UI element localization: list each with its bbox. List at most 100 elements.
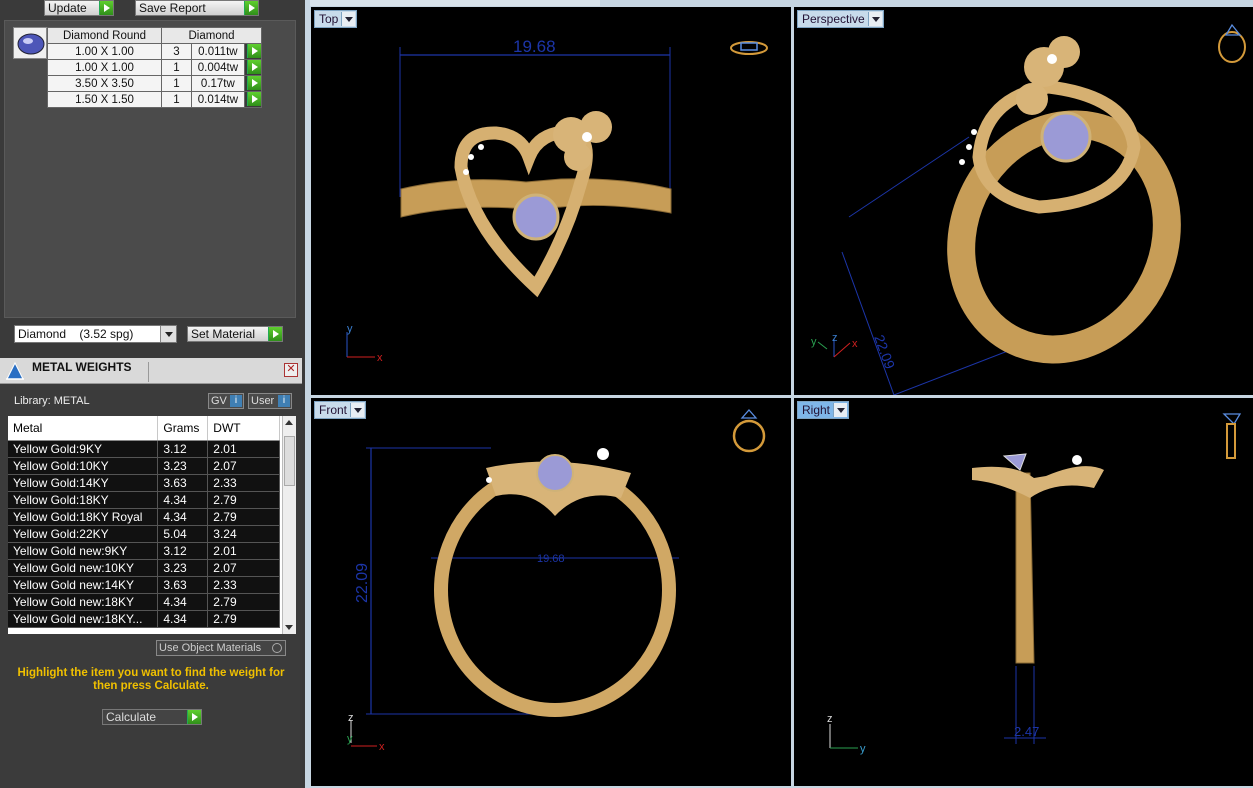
chevron-down-icon — [160, 326, 176, 342]
metal-row[interactable]: Yellow Gold:22KY 5.04 3.24 — [8, 525, 280, 543]
metal-dwt: 2.07 — [207, 559, 280, 577]
play-icon — [247, 76, 261, 90]
metal-dwt: 2.79 — [207, 610, 280, 628]
diamond-table: Diamond Round Diamond 1.00 X 1.00 3 0.01… — [47, 27, 263, 108]
viewport-perspective-name: Perspective — [802, 12, 865, 26]
play-icon — [247, 60, 261, 74]
metal-row[interactable]: Yellow Gold new:14KY 3.63 2.33 — [8, 576, 280, 594]
metal-row[interactable]: Yellow Gold new:18KY 4.34 2.79 — [8, 593, 280, 611]
viewport-top-name: Top — [319, 12, 339, 26]
close-icon[interactable]: ✕ — [284, 363, 298, 377]
update-button-label: Update — [48, 1, 87, 15]
diamond-row[interactable]: 1.00 X 1.00 3 0.011tw — [47, 43, 263, 60]
calculate-button[interactable]: Calculate — [102, 709, 202, 725]
radio-icon — [272, 643, 282, 653]
diamond-row[interactable]: 3.50 X 3.50 1 0.17tw — [47, 75, 263, 92]
metal-row[interactable]: Yellow Gold new:18KY... 4.34 2.79 — [8, 610, 280, 628]
scrollbar-thumb[interactable] — [284, 436, 295, 486]
chevron-down-icon[interactable] — [350, 403, 365, 417]
metal-dwt: 2.33 — [207, 576, 280, 594]
metal-row[interactable]: Yellow Gold:10KY 3.23 2.07 — [8, 457, 280, 475]
perspective-dimension-label: 22.09 — [871, 333, 898, 372]
metal-column-header[interactable]: Metal — [8, 416, 159, 441]
diamond-select-button[interactable] — [243, 43, 263, 60]
metal-table-scrollbar[interactable] — [282, 416, 296, 634]
use-object-materials-label: Use Object Materials — [159, 642, 262, 654]
metal-row[interactable]: Yellow Gold new:10KY 3.23 2.07 — [8, 559, 280, 577]
axis-y-label: y — [811, 336, 817, 348]
metal-name: Yellow Gold:18KY — [8, 491, 159, 509]
metal-name: Yellow Gold:22KY — [8, 525, 159, 543]
viewport-front[interactable]: 22.09 19.68 z y x Front — [311, 398, 791, 786]
calculate-label: Calculate — [106, 710, 157, 724]
metal-name: Yellow Gold new:18KY... — [8, 610, 159, 628]
viewport-right-label[interactable]: Right — [797, 401, 850, 419]
viewport-perspective[interactable]: 22.09 y z x Perspective — [794, 7, 1253, 395]
diamond-size: 1.00 X 1.00 — [47, 43, 162, 60]
diamond-select-button[interactable] — [243, 59, 263, 76]
diamond-row[interactable]: 1.00 X 1.00 1 0.004tw — [47, 59, 263, 76]
diamond-row[interactable]: 1.50 X 1.50 1 0.014tw — [47, 91, 263, 108]
ring-side-preview-icon — [1222, 413, 1242, 459]
update-button[interactable]: Update — [44, 0, 114, 16]
save-report-label: Save Report — [139, 1, 206, 15]
metal-dwt: 2.01 — [207, 440, 280, 458]
viewport-right[interactable]: 2.47 z y Right — [794, 398, 1253, 786]
set-material-button[interactable]: Set Material — [187, 326, 283, 342]
diamond-weight: 0.014tw — [190, 91, 245, 108]
viewport-top[interactable]: 19.68 y x Top — [311, 7, 791, 395]
metal-table[interactable]: Metal Grams DWT Yellow Gold:9KY 3.12 2.01 Y… — [8, 416, 296, 634]
metal-dwt: 2.79 — [207, 508, 280, 526]
scroll-down-icon[interactable] — [285, 625, 293, 630]
ring-preview-icon — [730, 41, 768, 55]
metal-row[interactable]: Yellow Gold:18KY Royal 4.34 2.79 — [8, 508, 280, 526]
metal-row[interactable]: Yellow Gold:18KY 4.34 2.79 — [8, 491, 280, 509]
metal-row[interactable]: Yellow Gold new:9KY 3.12 2.01 — [8, 542, 280, 560]
play-icon — [247, 44, 261, 58]
viewport-front-label[interactable]: Front — [314, 401, 367, 419]
perspective-view-render: 22.09 y z x — [811, 23, 1246, 395]
axis-z-label: z — [827, 713, 833, 725]
save-report-button[interactable]: Save Report — [135, 0, 259, 16]
left-panel: Update Save Report Diamond Round Diamond… — [0, 0, 305, 788]
material-select-value: Diamond (3.52 spg) — [18, 327, 134, 341]
scale-icon — [4, 360, 26, 382]
tab-divider — [148, 362, 149, 382]
viewport-top-label[interactable]: Top — [314, 10, 358, 28]
use-object-materials-toggle[interactable]: Use Object Materials — [156, 640, 286, 656]
axis-x-label: x — [377, 352, 383, 364]
axis-y-label: y — [860, 743, 866, 755]
metal-dwt: 2.01 — [207, 542, 280, 560]
viewport-front-name: Front — [319, 403, 348, 417]
diamond-select-button[interactable] — [243, 75, 263, 92]
grams-column-header[interactable]: Grams — [157, 416, 209, 441]
viewport-perspective-label[interactable]: Perspective — [797, 10, 884, 28]
diamond-select-button[interactable] — [243, 91, 263, 108]
metal-dwt: 2.79 — [207, 593, 280, 611]
diamond-table-header: Diamond Round — [47, 27, 162, 44]
ring-preview-icon — [1218, 23, 1246, 63]
material-select[interactable]: Diamond (3.52 spg) — [14, 325, 177, 343]
metal-row[interactable]: Yellow Gold:9KY 3.12 2.01 — [8, 440, 280, 458]
metal-grams: 3.23 — [157, 457, 209, 475]
chevron-down-icon[interactable] — [341, 12, 356, 26]
dwt-column-header[interactable]: DWT — [207, 416, 280, 441]
metal-row[interactable]: Yellow Gold:14KY 3.63 2.33 — [8, 474, 280, 492]
metal-grams: 3.12 — [157, 440, 209, 458]
user-toggle[interactable]: User i — [248, 393, 292, 409]
diamond-size: 1.50 X 1.50 — [47, 91, 162, 108]
scroll-up-icon[interactable] — [285, 420, 293, 425]
chevron-down-icon[interactable] — [833, 403, 848, 417]
gv-toggle[interactable]: GV i — [208, 393, 244, 409]
axis-x-label: x — [852, 338, 858, 350]
chevron-down-icon[interactable] — [867, 12, 882, 26]
front-view-render: 22.09 19.68 z y x — [347, 409, 766, 753]
top-dimension-label: 19.68 — [513, 37, 556, 56]
calculate-hint: Highlight the item you want to find the … — [17, 667, 285, 692]
play-icon — [99, 1, 113, 15]
metal-grams: 5.04 — [157, 525, 209, 543]
metal-grams: 4.34 — [157, 610, 209, 628]
diamond-count: 3 — [161, 43, 192, 60]
metal-name: Yellow Gold:18KY Royal — [8, 508, 159, 526]
diamond-size: 3.50 X 3.50 — [47, 75, 162, 92]
